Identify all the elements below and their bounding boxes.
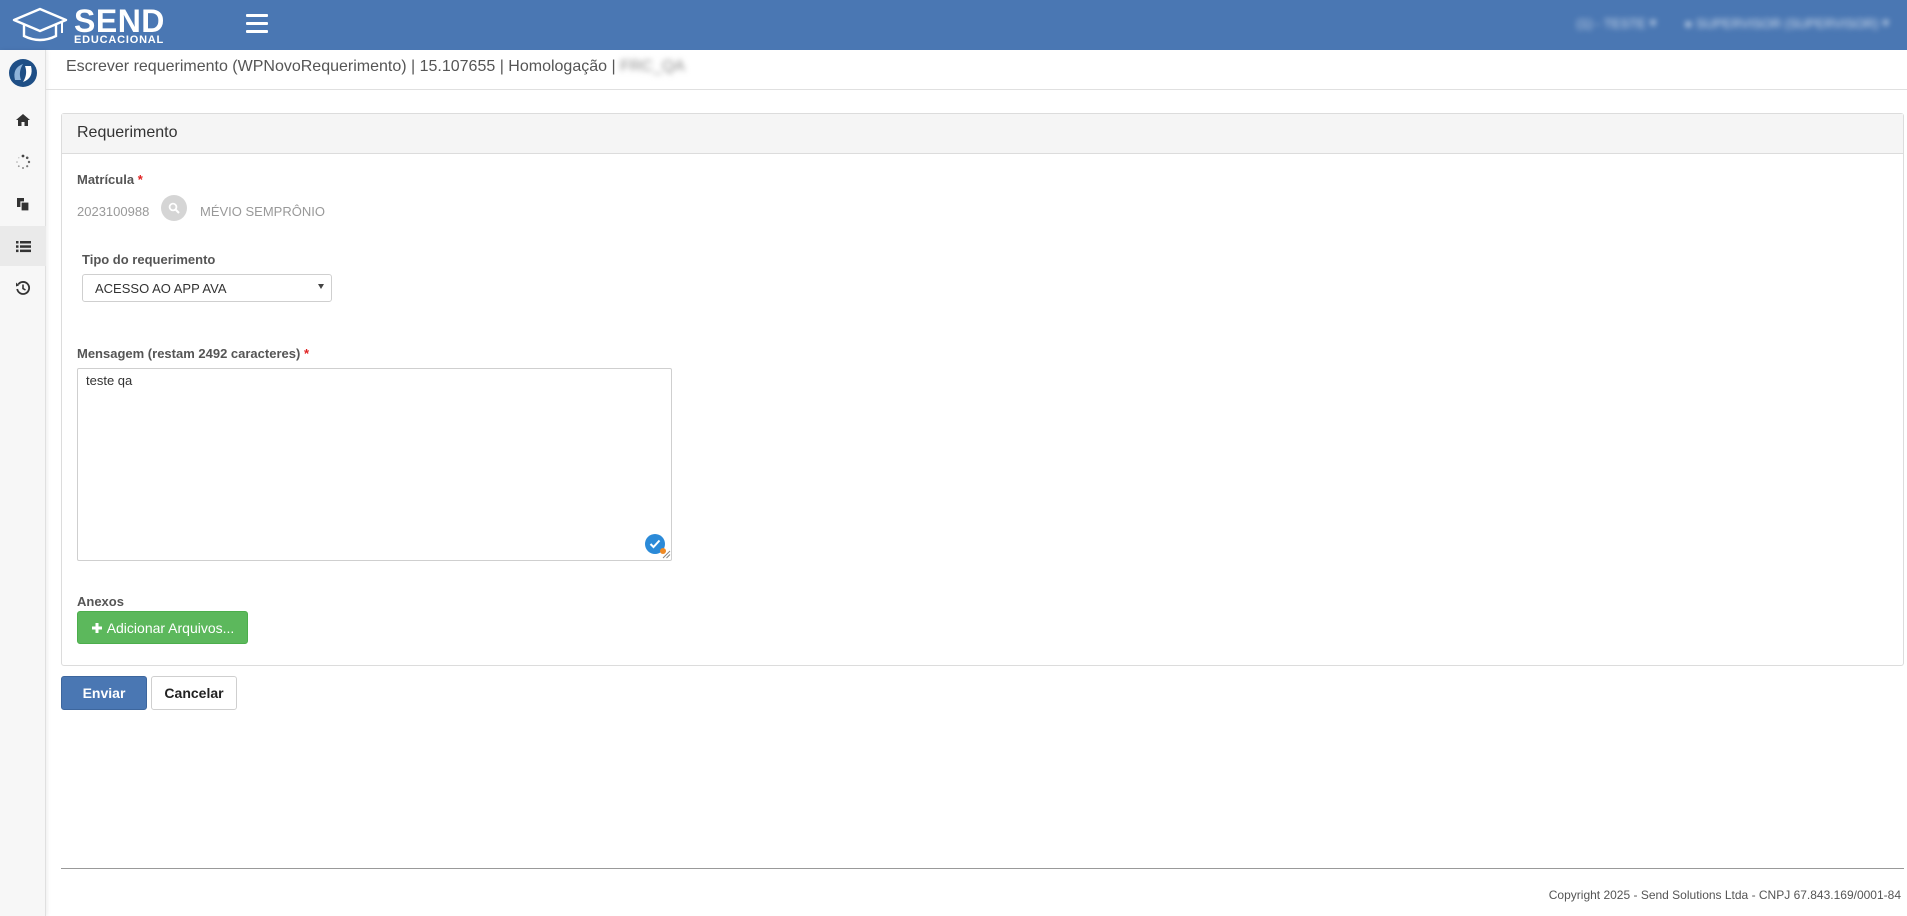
top-navbar: SEND EDUCACIONAL (1) - TESTE ▾ ● SUPERVI…: [0, 0, 1907, 50]
add-files-button[interactable]: Adicionar Arquivos...: [77, 611, 248, 644]
spinner-icon: [16, 154, 31, 169]
user-icon: ●: [1684, 15, 1693, 31]
user-menu-label: SUPERVISOR (SUPERVISOR): [1696, 15, 1879, 31]
mensagem-label-text: Mensagem (restam 2492 caracteres): [77, 346, 301, 361]
page-title: Escrever requerimento (WPNovoRequeriment…: [66, 58, 685, 76]
sidebar-item-history[interactable]: [0, 268, 46, 308]
hamburger-icon[interactable]: [246, 14, 268, 34]
search-icon: [168, 202, 180, 214]
logo-subtitle: EDUCACIONAL: [74, 33, 165, 46]
student-name: MÉVIO SEMPRÔNIO: [200, 204, 325, 219]
graduation-cap-icon: [12, 7, 68, 42]
plus-icon: [91, 622, 102, 633]
required-mark: *: [137, 172, 143, 187]
check-icon: [649, 539, 661, 549]
sidebar-item-loading[interactable]: [0, 142, 46, 182]
required-mark: *: [303, 346, 309, 361]
sidebar: [0, 50, 46, 916]
tipo-select[interactable]: ACESSO AO APP AVA: [82, 274, 332, 302]
add-files-label: Adicionar Arquivos...: [106, 619, 235, 636]
user-menu[interactable]: ● SUPERVISOR (SUPERVISOR) ▾: [1684, 15, 1889, 31]
tipo-label: Tipo do requerimento: [82, 252, 216, 267]
logo-name: SEND: [74, 2, 165, 39]
resize-grip-icon[interactable]: [662, 550, 671, 559]
breadcrumb-environment: FRC_QA: [620, 58, 685, 75]
caret-down-icon: ▾: [1649, 15, 1657, 30]
sidebar-item-documents[interactable]: [0, 184, 46, 224]
sidebar-item-home[interactable]: [0, 100, 46, 140]
send-logo[interactable]: SEND EDUCACIONAL: [12, 4, 165, 46]
send-button[interactable]: Enviar: [61, 676, 147, 710]
anexos-label: Anexos: [77, 594, 124, 609]
panel-title: Requerimento: [62, 114, 1903, 154]
list-icon: [15, 240, 31, 252]
matricula-label: Matrícula *: [77, 172, 143, 187]
cancel-button[interactable]: Cancelar: [151, 676, 237, 710]
footer-divider: [61, 868, 1904, 869]
caret-down-icon: ▾: [1882, 15, 1889, 30]
copy-icon: [17, 197, 30, 212]
copyright-text: Copyright 2025 - Send Solutions Ltda - C…: [1548, 888, 1901, 902]
matricula-value: 2023100988: [77, 204, 150, 219]
unit-menu[interactable]: (1) - TESTE ▾: [1577, 15, 1657, 31]
search-student-button[interactable]: [161, 195, 187, 221]
caret-down-icon: [318, 284, 324, 289]
home-icon: [16, 114, 30, 126]
app-logo-icon[interactable]: [6, 56, 40, 90]
tipo-selected-value: ACESSO AO APP AVA: [95, 281, 227, 296]
matricula-label-text: Matrícula: [77, 172, 135, 187]
mensagem-label: Mensagem (restam 2492 caracteres) *: [77, 346, 309, 361]
sidebar-item-requests[interactable]: [0, 226, 46, 266]
mensagem-textarea[interactable]: [77, 368, 672, 561]
header-divider: [46, 89, 1907, 90]
history-icon: [16, 281, 30, 295]
unit-menu-label: (1) - TESTE: [1576, 15, 1646, 31]
breadcrumb-text: Escrever requerimento (WPNovoRequeriment…: [66, 58, 616, 75]
